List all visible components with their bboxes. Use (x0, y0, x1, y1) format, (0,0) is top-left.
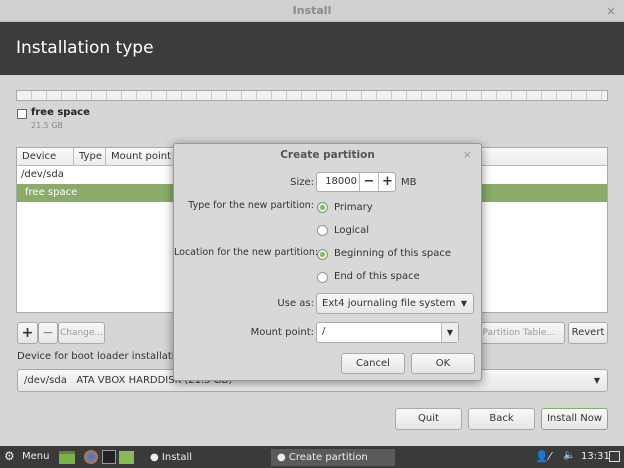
notifications-icon[interactable] (609, 451, 620, 462)
firefox-icon[interactable] (84, 450, 98, 464)
type-label: Type for the new partition: (188, 200, 314, 211)
window-title: Install (292, 4, 332, 17)
chevron-down-icon: ▼ (593, 376, 600, 385)
terminal-icon[interactable] (102, 450, 116, 464)
menu-button[interactable]: Menu (22, 451, 49, 462)
taskbar: ⚙ Menu ● Install ● Create partition 👤 ⁄ … (0, 446, 624, 468)
user-icon[interactable]: 👤 (535, 450, 549, 463)
bootloader-label: Device for boot loader installation: (17, 351, 191, 362)
mount-point-input[interactable]: / (322, 326, 325, 337)
revert-button[interactable]: Revert (568, 322, 608, 344)
dialog-close-icon[interactable]: × (463, 148, 472, 161)
logical-label[interactable]: Logical (334, 225, 369, 236)
task-create-partition[interactable]: ● Create partition (271, 449, 395, 466)
end-radio[interactable] (317, 272, 328, 283)
create-partition-task-icon: ● (277, 452, 286, 463)
dialog-title: Create partition (280, 149, 375, 161)
clock[interactable]: 13:31 (581, 451, 610, 462)
mount-point-label: Mount point: (250, 327, 314, 338)
disk-label: free space (31, 107, 90, 118)
window-titlebar: Install (0, 0, 624, 22)
page-title: Installation type (16, 38, 154, 58)
quit-button[interactable]: Quit (395, 408, 462, 430)
beginning-label[interactable]: Beginning of this space (334, 248, 451, 259)
disk-size: 21.5 GB (31, 121, 64, 130)
remove-partition-button[interactable]: − (38, 322, 58, 344)
size-decrement-button[interactable]: − (359, 173, 378, 191)
chevron-down-icon: ▼ (460, 299, 467, 308)
mount-point-combo: / ▼ (316, 322, 459, 343)
use-as-value: Ext4 journaling file system (322, 298, 456, 309)
page-header: Installation type (0, 22, 624, 75)
column-device[interactable]: Device (17, 148, 74, 166)
volume-icon[interactable]: 🔈 (563, 450, 575, 461)
menu-gear-icon[interactable]: ⚙ (4, 449, 15, 463)
install-now-button[interactable]: Install Now (541, 408, 608, 430)
partition-bar (16, 90, 608, 101)
files-icon[interactable] (119, 451, 134, 464)
primary-radio[interactable] (317, 202, 328, 213)
logical-radio[interactable] (317, 225, 328, 236)
size-increment-button[interactable]: + (378, 173, 396, 191)
free-space-checkbox[interactable] (17, 109, 27, 119)
change-partition-button[interactable]: Change... (58, 322, 105, 344)
ok-button[interactable]: OK (411, 353, 475, 374)
use-as-dropdown[interactable]: Ext4 journaling file system ▼ (316, 293, 474, 314)
primary-label[interactable]: Primary (334, 202, 373, 213)
install-task-icon: ● (150, 452, 159, 463)
task-install[interactable]: ● Install (144, 449, 266, 466)
use-as-label: Use as: (277, 298, 314, 309)
close-window-icon[interactable]: × (606, 0, 616, 22)
show-desktop-icon[interactable] (59, 451, 75, 464)
beginning-radio[interactable] (317, 249, 328, 260)
column-type[interactable]: Type (74, 148, 106, 166)
task-create-partition-label: Create partition (288, 452, 368, 463)
location-label: Location for the new partition: (174, 247, 319, 258)
network-icon[interactable]: ⁄ (549, 450, 551, 463)
cancel-button[interactable]: Cancel (341, 353, 405, 374)
create-partition-dialog: Create partition × Size: 18000 − + MB Ty… (173, 143, 482, 381)
mount-point-dropdown-icon[interactable]: ▼ (441, 323, 458, 342)
back-button[interactable]: Back (468, 408, 535, 430)
end-label[interactable]: End of this space (334, 271, 420, 282)
size-spinner: 18000 − + (316, 172, 396, 192)
add-partition-button[interactable]: + (17, 322, 38, 344)
size-unit: MB (401, 177, 417, 188)
size-label: Size: (290, 177, 314, 188)
size-input[interactable]: 18000 (321, 176, 357, 187)
task-install-label: Install (161, 452, 193, 463)
